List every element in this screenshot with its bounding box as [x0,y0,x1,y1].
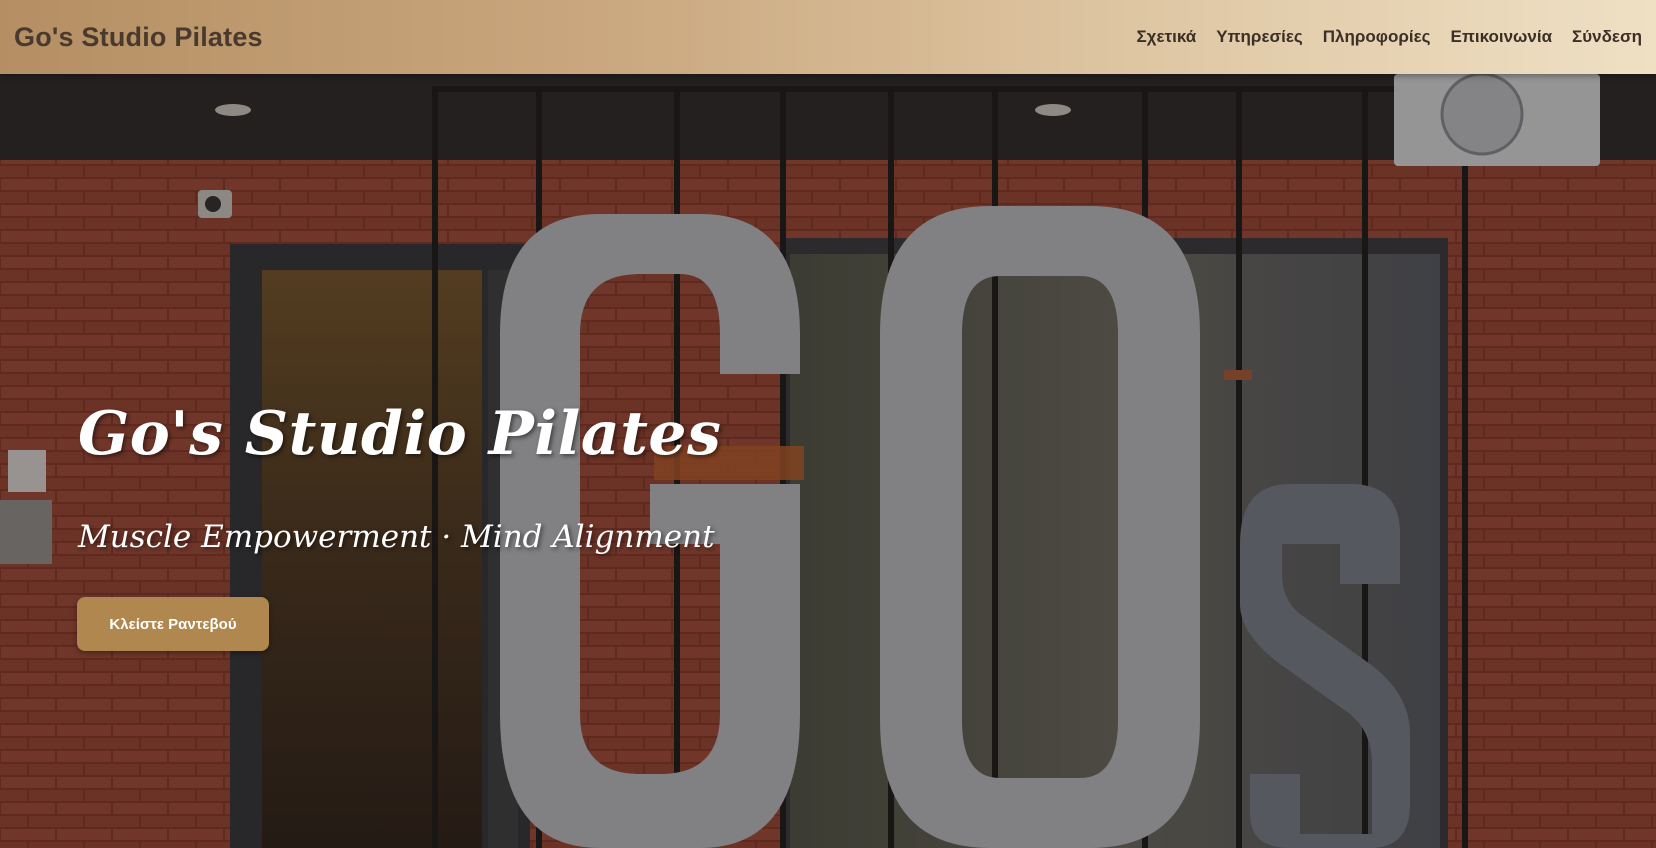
nav-link-services[interactable]: Υπηρεσίες [1216,27,1303,47]
hero-section: Go's Studio Pilates Muscle Empowerment ·… [0,74,1656,848]
nav-link-about[interactable]: Σχετικά [1136,27,1196,47]
brand-logo-text[interactable]: Go's Studio Pilates [14,22,263,53]
hero-title: Go's Studio Pilates [78,399,722,469]
book-appointment-button[interactable]: Κλείστε Ραντεβού [77,597,269,651]
hero-subtitle: Muscle Empowerment · Mind Alignment [78,519,715,555]
nav-link-login[interactable]: Σύνδεση [1572,27,1642,47]
site-header: Go's Studio Pilates Σχετικά Υπηρεσίες Πλ… [0,0,1656,74]
nav-link-contact[interactable]: Επικοινωνία [1451,27,1553,47]
nav-link-info[interactable]: Πληροφορίες [1323,27,1431,47]
main-nav: Σχετικά Υπηρεσίες Πληροφορίες Επικοινωνί… [1136,27,1642,47]
